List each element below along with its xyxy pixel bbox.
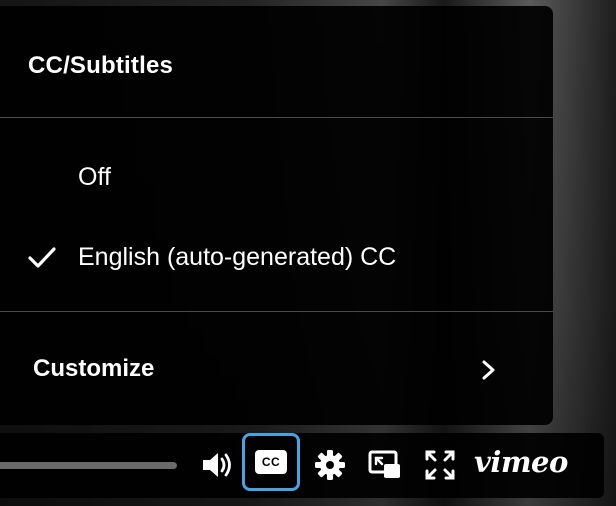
speaker-icon [203, 453, 231, 477]
menu-divider [0, 311, 553, 312]
cc-icon: CC [255, 450, 287, 474]
closed-captions-button[interactable]: CC [242, 433, 300, 491]
volume-button[interactable] [198, 447, 238, 483]
cc-subtitles-menu: CC/Subtitles Off English (auto-generated… [0, 6, 553, 425]
customize-label: Customize [33, 355, 155, 382]
picture-in-picture-button[interactable] [365, 447, 405, 483]
player-control-bar: CC vimeo [0, 433, 604, 498]
chevron-right-icon [482, 360, 495, 380]
menu-title: CC/Subtitles [28, 52, 174, 79]
menu-divider [0, 117, 553, 118]
checkmark-icon [28, 247, 56, 268]
subtitle-option-label: English (auto-generated) CC [78, 243, 397, 271]
gear-icon [315, 450, 345, 480]
fullscreen-icon [425, 450, 455, 480]
subtitle-option-english-auto[interactable]: English (auto-generated) CC [0, 233, 553, 281]
customize-menu-item[interactable]: Customize [0, 342, 553, 396]
subtitle-option-label: Off [78, 163, 111, 191]
progress-bar[interactable] [0, 462, 177, 469]
subtitle-option-off[interactable]: Off [0, 153, 553, 201]
fullscreen-button[interactable] [420, 447, 460, 483]
vimeo-logo[interactable]: vimeo [474, 445, 568, 479]
settings-button[interactable] [310, 447, 350, 483]
picture-in-picture-icon [368, 450, 400, 478]
